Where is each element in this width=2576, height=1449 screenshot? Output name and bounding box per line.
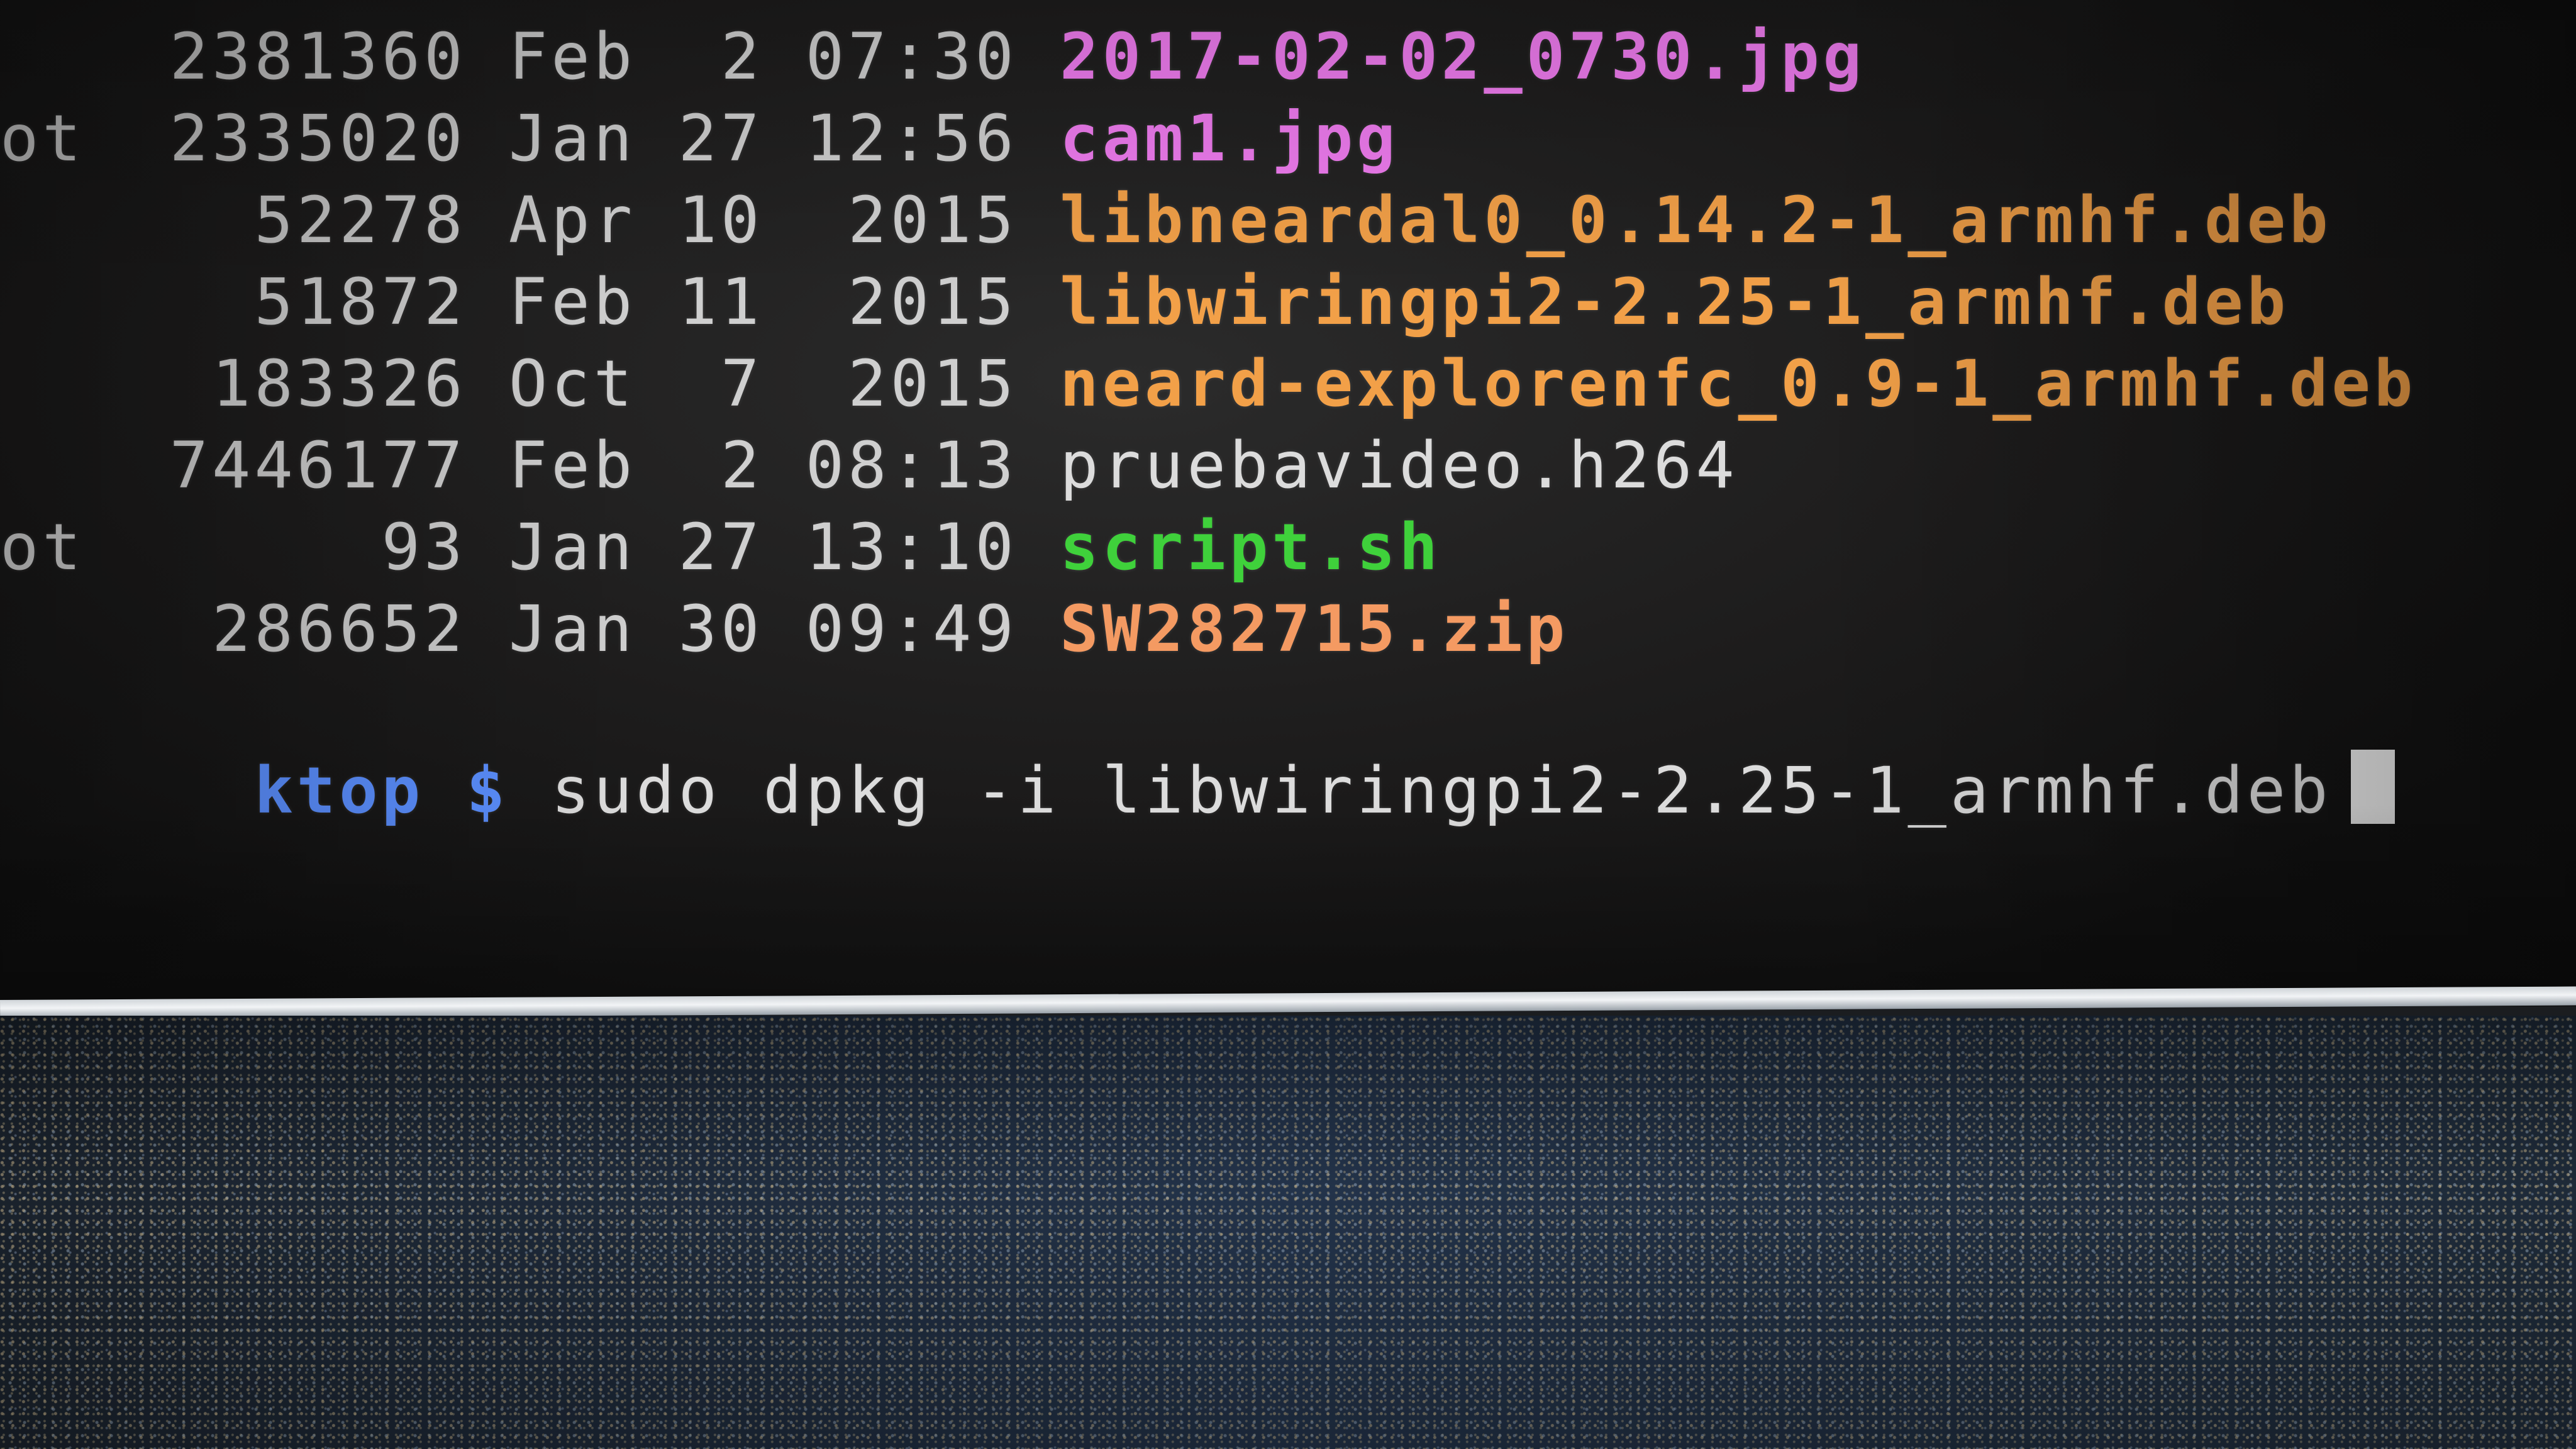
file-name: cam1.jpg	[1060, 101, 1399, 176]
terminal-screen: 2381360 Feb 2 07:30 2017-02-02_0730.jpg o…	[0, 0, 2576, 1006]
file-name: script.sh	[1060, 510, 1441, 585]
file-name: 2017-02-02_0730.jpg	[1060, 19, 1866, 94]
command-input[interactable]: sudo dpkg -i libwiringpi2-2.25-1_armhf.d…	[551, 753, 2331, 828]
prompt-path: ktop $	[254, 753, 509, 828]
listing-row: 183326 Oct 7 2015 neard-explorenfc_0.9-1…	[0, 352, 2416, 416]
file-name: SW282715.zip	[1060, 592, 1569, 667]
listing-row: 52278 Apr 10 2015 libneardal0_0.14.2-1_a…	[0, 189, 2332, 253]
file-metadata: ot 93 Jan 27 13:10	[0, 510, 1060, 585]
file-metadata: ot 2335020 Jan 27 12:56	[0, 101, 1060, 176]
file-name: libwiringpi2-2.25-1_armhf.deb	[1060, 265, 2290, 340]
file-metadata: 2381360 Feb 2 07:30	[0, 19, 1060, 94]
file-metadata: 52278 Apr 10 2015	[0, 183, 1060, 258]
prompt-line[interactable]: ktop $ sudo dpkg -i libwiringpi2-2.25-1_…	[0, 686, 2395, 888]
listing-row: 286652 Jan 30 09:49 SW282715.zip	[0, 597, 1568, 662]
file-name: libneardal0_0.14.2-1_armhf.deb	[1060, 183, 2332, 258]
photo-of-terminal: 2381360 Feb 2 07:30 2017-02-02_0730.jpg o…	[0, 0, 2576, 1449]
listing-row: 51872 Feb 11 2015 libwiringpi2-2.25-1_ar…	[0, 270, 2289, 335]
monitor-bezel	[0, 1016, 2576, 1449]
file-metadata: 51872 Feb 11 2015	[0, 265, 1060, 340]
text-cursor	[2350, 750, 2395, 824]
listing-row: 2381360 Feb 2 07:30 2017-02-02_0730.jpg	[0, 25, 1865, 89]
listing-row: 7446177 Feb 2 08:13 pruebavideo.h264	[0, 434, 1738, 498]
listing-row: ot 2335020 Jan 27 12:56 cam1.jpg	[0, 107, 1399, 171]
file-name: pruebavideo.h264	[1060, 428, 1738, 503]
file-metadata: 286652 Jan 30 09:49	[0, 592, 1060, 667]
listing-row: ot 93 Jan 27 13:10 script.sh	[0, 516, 1441, 580]
file-name: neard-explorenfc_0.9-1_armhf.deb	[1060, 347, 2417, 421]
file-metadata: 183326 Oct 7 2015	[0, 347, 1060, 421]
file-metadata: 7446177 Feb 2 08:13	[0, 428, 1060, 503]
